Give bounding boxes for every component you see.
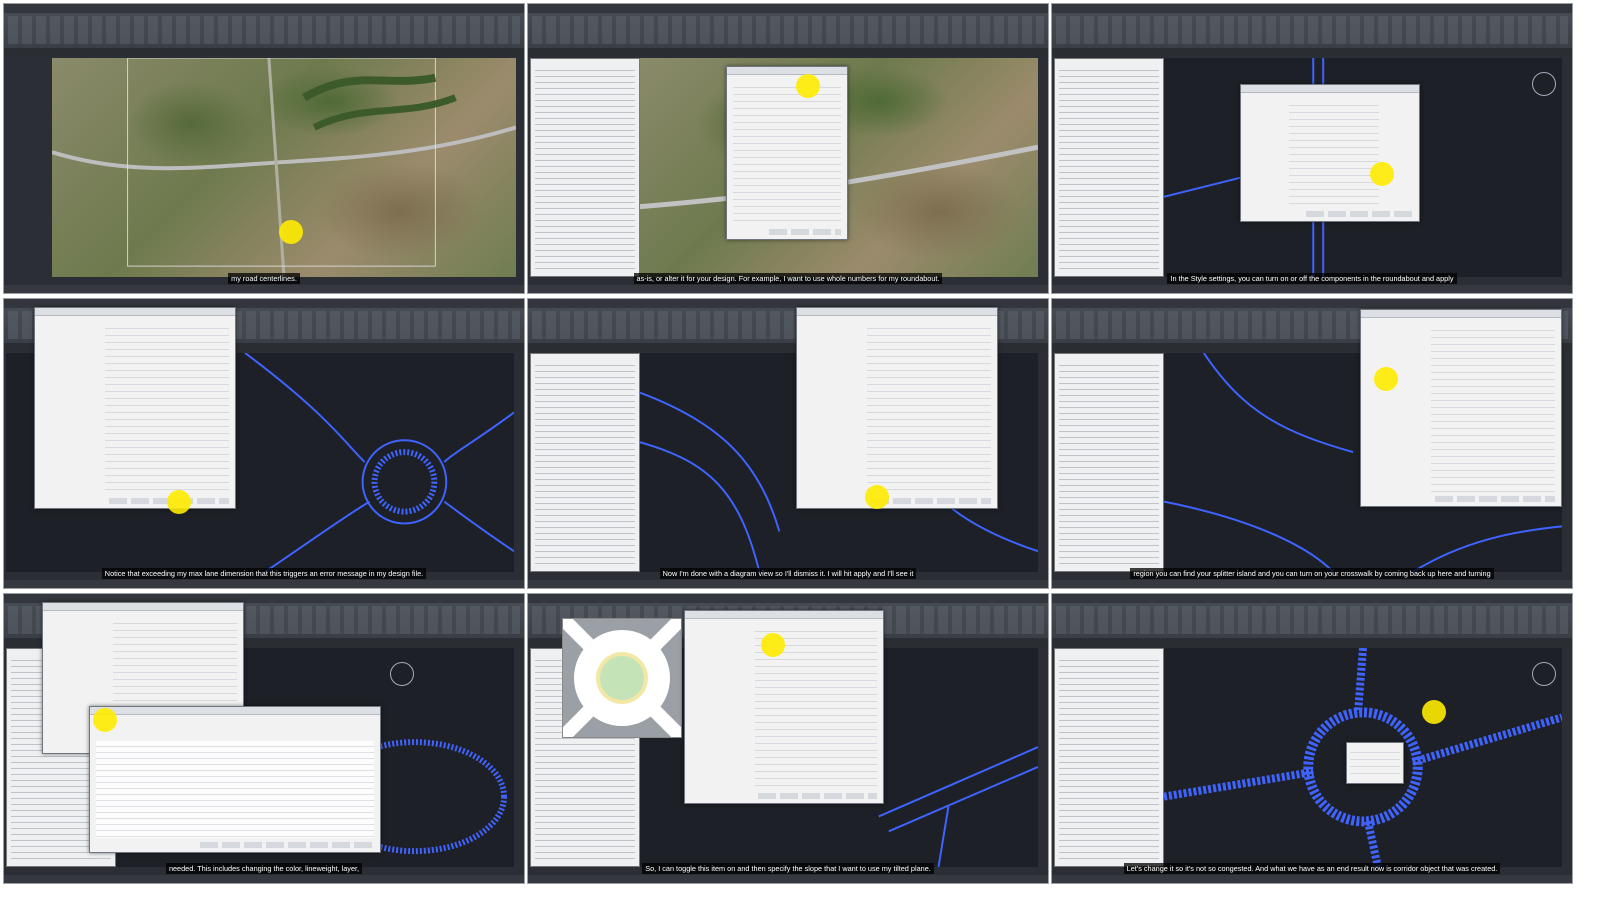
file-tabs xyxy=(528,48,1048,56)
file-tabs xyxy=(1052,48,1572,56)
drawing-canvas xyxy=(52,58,516,277)
roundabout-properties-dialog[interactable] xyxy=(796,307,998,509)
thumbnail-tile-1[interactable]: my road centerlines. xyxy=(3,3,525,294)
status-bar xyxy=(4,285,524,293)
caption: So, I can toggle this item on and then s… xyxy=(528,863,1048,875)
cursor-highlight xyxy=(796,74,820,98)
status-bar xyxy=(4,580,524,588)
thumbnail-tile-9[interactable]: Let's change it so it's not so congested… xyxy=(1051,593,1573,884)
thumbnail-tile-8[interactable]: So, I can toggle this item on and then s… xyxy=(527,593,1049,884)
viewcube-compass[interactable] xyxy=(1532,662,1556,686)
cursor-highlight xyxy=(865,485,889,509)
file-tabs xyxy=(4,48,524,56)
cursor-highlight xyxy=(167,490,191,514)
status-bar xyxy=(1052,285,1572,293)
thumbnail-tile-6[interactable]: region you can find your splitter island… xyxy=(1051,298,1573,589)
caption: In the Style settings, you can turn on o… xyxy=(1052,273,1572,285)
thumbnail-tile-3[interactable]: In the Style settings, you can turn on o… xyxy=(1051,3,1573,294)
toolspace-panel xyxy=(530,58,640,277)
ribbon-toolbar xyxy=(1052,594,1572,639)
caption: Notice that exceeding my max lane dimens… xyxy=(4,568,524,580)
status-bar xyxy=(1052,875,1572,883)
toolspace-panel xyxy=(1054,648,1164,867)
cursor-highlight xyxy=(1374,367,1398,391)
cursor-highlight xyxy=(761,633,785,657)
roundabout-properties-dialog[interactable] xyxy=(1360,309,1562,507)
toolspace-panel xyxy=(530,353,640,572)
toolspace-panel xyxy=(1054,353,1164,572)
status-bar xyxy=(1052,580,1572,588)
status-bar xyxy=(528,285,1048,293)
ribbon-toolbar xyxy=(528,4,1048,49)
caption: Now I'm done with a diagram view so I'll… xyxy=(528,568,1048,580)
caption: as-is, or alter it for your design. For … xyxy=(528,273,1048,285)
cursor-highlight xyxy=(1370,162,1394,186)
cursor-highlight xyxy=(1422,700,1446,724)
roundabout-diagram xyxy=(558,614,686,742)
style-settings-dialog[interactable] xyxy=(1240,84,1420,222)
status-bar xyxy=(528,580,1048,588)
viewcube-compass[interactable] xyxy=(1532,72,1556,96)
video-thumbnail-grid: my road centerlines. as-is, or alter it … xyxy=(3,3,1597,896)
context-menu[interactable] xyxy=(1346,742,1404,784)
caption: needed. This includes changing the color… xyxy=(4,863,524,875)
layer-properties-dialog[interactable] xyxy=(89,706,381,853)
caption: my road centerlines. xyxy=(4,273,524,285)
status-bar xyxy=(4,875,524,883)
roundabout-settings-dialog[interactable] xyxy=(726,66,848,240)
status-bar xyxy=(528,875,1048,883)
thumbnail-tile-4[interactable]: Notice that exceeding my max lane dimens… xyxy=(3,298,525,589)
thumbnail-tile-5[interactable]: Now I'm done with a diagram view so I'll… xyxy=(527,298,1049,589)
caption: region you can find your splitter island… xyxy=(1052,568,1572,580)
ribbon-toolbar xyxy=(4,4,524,49)
thumbnail-tile-2[interactable]: as-is, or alter it for your design. For … xyxy=(527,3,1049,294)
cursor-highlight xyxy=(93,708,117,732)
ribbon-toolbar xyxy=(1052,4,1572,49)
roundabout-properties-dialog[interactable] xyxy=(684,610,884,804)
file-tabs xyxy=(1052,638,1572,646)
roundabout-properties-dialog[interactable] xyxy=(34,307,236,509)
thumbnail-tile-7[interactable]: needed. This includes changing the color… xyxy=(3,593,525,884)
caption: Let's change it so it's not so congested… xyxy=(1052,863,1572,875)
toolspace-panel xyxy=(1054,58,1164,277)
viewcube-compass[interactable] xyxy=(390,662,414,686)
cursor-highlight xyxy=(279,220,303,244)
